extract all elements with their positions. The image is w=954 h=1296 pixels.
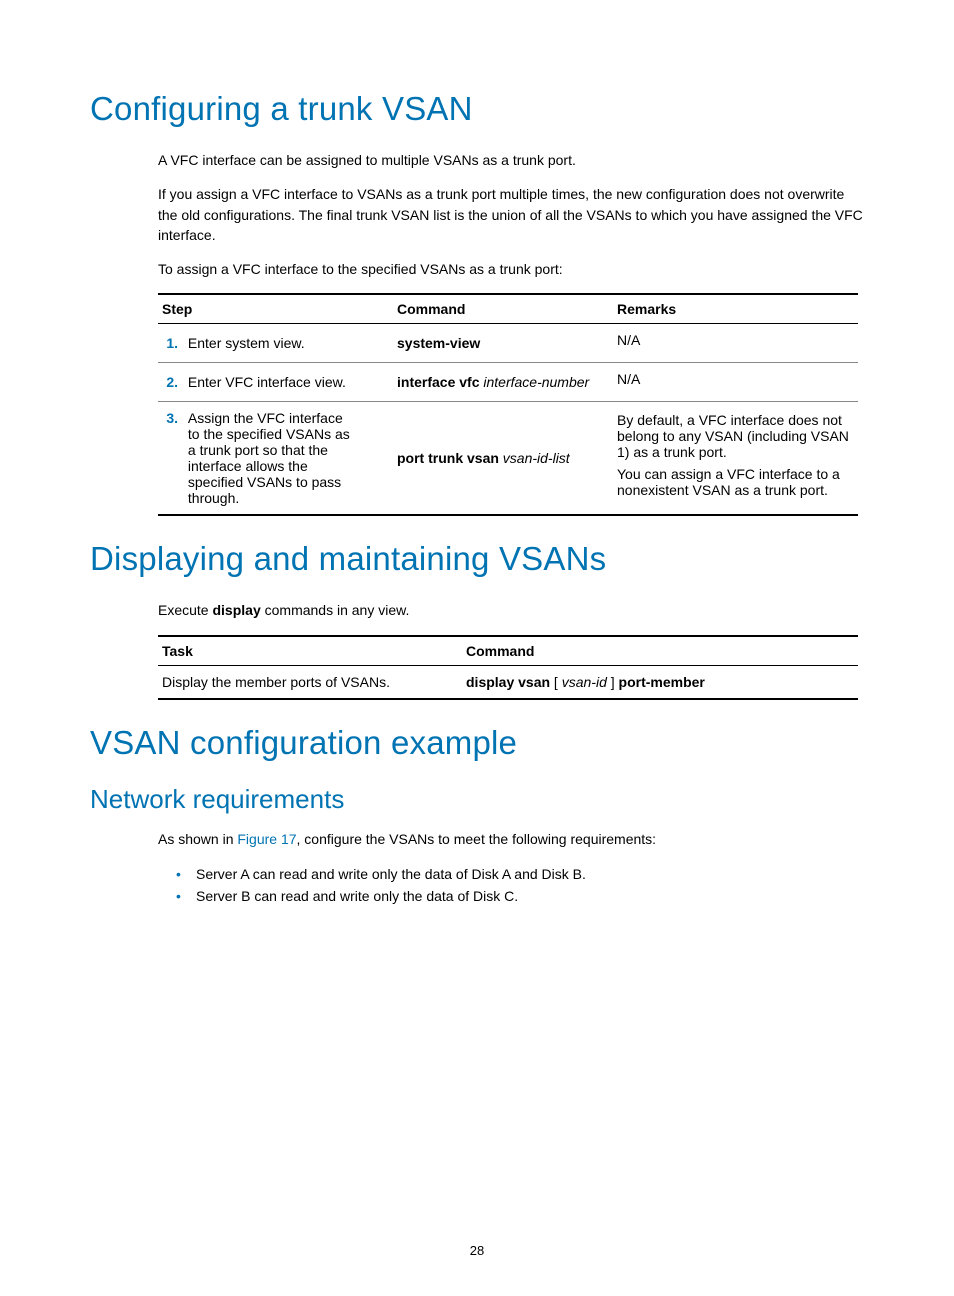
- table-row: 3. Assign the VFC interface to the speci…: [158, 402, 858, 516]
- display-commands-table: Task Command Display the member ports of…: [158, 635, 858, 700]
- paragraph: To assign a VFC interface to the specifi…: [158, 259, 864, 279]
- paragraph: If you assign a VFC interface to VSANs a…: [158, 184, 864, 245]
- trunk-vsan-steps-table: Step Command Remarks 1. Enter system vie…: [158, 293, 858, 516]
- command-cell: port trunk vsan vsan-id-list: [393, 402, 613, 516]
- command-cell: system-view: [393, 324, 613, 363]
- table-row: 1. Enter system view. system-view N/A: [158, 324, 858, 363]
- list-item: Server B can read and write only the dat…: [158, 885, 864, 907]
- command-cell: display vsan [ vsan-id ] port-member: [462, 665, 858, 699]
- step-description: Enter system view.: [188, 335, 358, 351]
- heading-vsan-config-example: VSAN configuration example: [90, 724, 864, 762]
- heading-configuring-trunk-vsan: Configuring a trunk VSAN: [90, 90, 864, 128]
- step-number: 3.: [162, 410, 184, 426]
- table-row: Display the member ports of VSANs. displ…: [158, 665, 858, 699]
- subheading-network-requirements: Network requirements: [90, 784, 864, 815]
- command-cell: interface vfc interface-number: [393, 363, 613, 402]
- step-number: 2.: [162, 374, 184, 390]
- requirements-list: Server A can read and write only the dat…: [158, 863, 864, 907]
- remarks-cell: N/A: [613, 324, 858, 363]
- table-header-command: Command: [462, 636, 858, 666]
- figure-link[interactable]: Figure 17: [237, 831, 296, 847]
- table-header-command: Command: [393, 294, 613, 324]
- step-description: Enter VFC interface view.: [188, 374, 358, 390]
- step-description: Assign the VFC interface to the specifie…: [188, 410, 358, 506]
- paragraph: As shown in Figure 17, configure the VSA…: [158, 829, 864, 849]
- paragraph: A VFC interface can be assigned to multi…: [158, 150, 864, 170]
- paragraph: Execute display commands in any view.: [158, 600, 864, 620]
- heading-displaying-maintaining-vsans: Displaying and maintaining VSANs: [90, 540, 864, 578]
- step-number: 1.: [162, 335, 184, 351]
- task-cell: Display the member ports of VSANs.: [158, 665, 462, 699]
- table-header-step: Step: [158, 294, 393, 324]
- table-header-task: Task: [158, 636, 462, 666]
- list-item: Server A can read and write only the dat…: [158, 863, 864, 885]
- page-number: 28: [0, 1243, 954, 1258]
- table-header-remarks: Remarks: [613, 294, 858, 324]
- table-row: 2. Enter VFC interface view. interface v…: [158, 363, 858, 402]
- remarks-cell: By default, a VFC interface does not bel…: [613, 402, 858, 516]
- remarks-cell: N/A: [613, 363, 858, 402]
